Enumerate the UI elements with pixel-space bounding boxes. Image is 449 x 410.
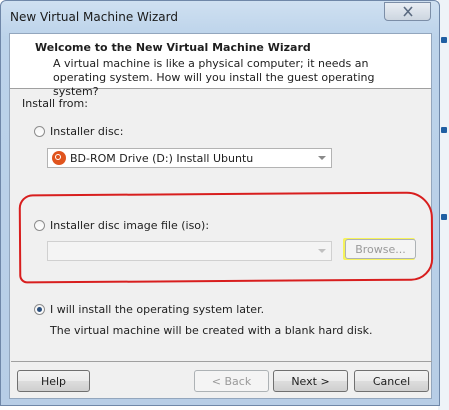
back-button[interactable]: < Back [194, 370, 269, 392]
installer-disc-radio[interactable] [34, 126, 45, 137]
wizard-header: Welcome to the New Virtual Machine Wizar… [10, 34, 431, 98]
install-later-note: The virtual machine will be created with… [50, 324, 373, 337]
page-description: A virtual machine is like a physical com… [53, 57, 375, 98]
install-later-label[interactable]: I will install the operating system late… [50, 303, 264, 316]
disc-drive-value: BD-ROM Drive (D:) Install Ubuntu [70, 152, 254, 165]
background-app-icon [441, 127, 447, 133]
disc-drive-select[interactable]: BD-ROM Drive (D:) Install Ubuntu [47, 148, 332, 168]
install-later-radio[interactable] [34, 304, 45, 315]
cancel-button[interactable]: Cancel [354, 370, 429, 392]
background-app-icon [441, 214, 447, 220]
wizard-window: New Virtual Machine Wizard Welcome to th… [0, 0, 440, 406]
window-title: New Virtual Machine Wizard [10, 10, 178, 24]
chevron-down-icon [318, 156, 326, 160]
close-button[interactable] [384, 2, 431, 21]
install-from-label: Install from: [22, 97, 88, 110]
next-button[interactable]: Next > [273, 370, 348, 392]
page-title: Welcome to the New Virtual Machine Wizar… [35, 41, 311, 54]
iso-option-annotation [18, 191, 434, 284]
footer-divider [11, 361, 432, 362]
installer-disc-label[interactable]: Installer disc: [50, 125, 123, 138]
background-app-icon [441, 37, 447, 43]
close-icon [402, 6, 413, 17]
ubuntu-icon [52, 151, 66, 165]
title-bar[interactable]: New Virtual Machine Wizard [1, 1, 439, 33]
help-button[interactable]: Help [17, 370, 90, 392]
